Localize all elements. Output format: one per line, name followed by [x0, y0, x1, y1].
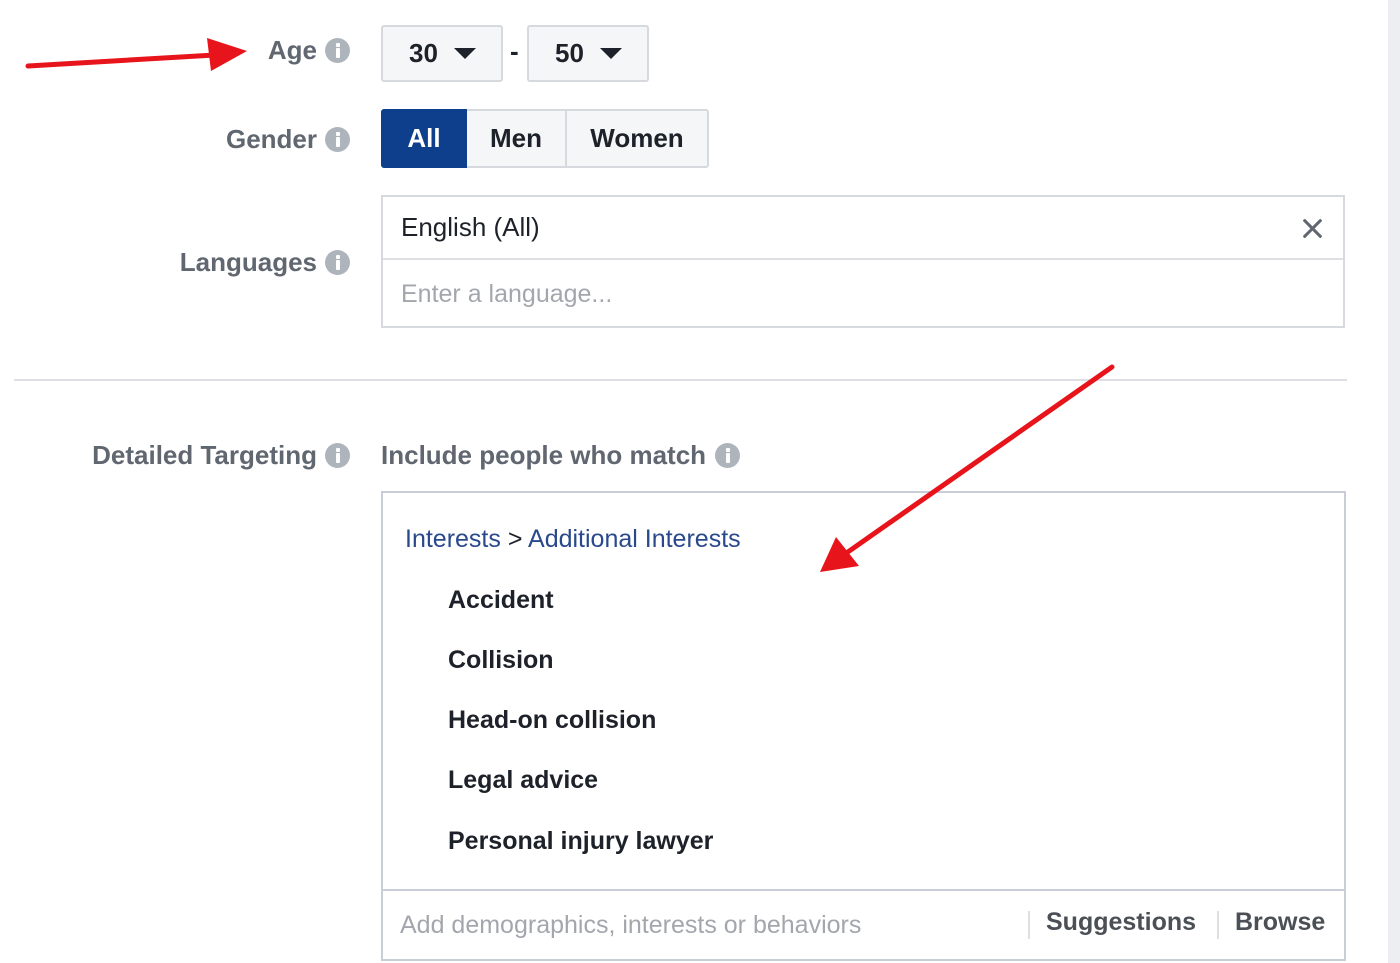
breadcrumb: Interests > Additional Interests — [405, 525, 741, 554]
age-label: Age — [267, 35, 317, 65]
info-icon[interactable] — [715, 443, 741, 468]
scrollbar-track[interactable] — [1388, 0, 1400, 963]
suggestions-button[interactable]: Suggestions — [1046, 908, 1196, 937]
language-token-label: English (All) — [401, 212, 540, 242]
breadcrumb-separator: > — [507, 525, 523, 553]
language-input[interactable] — [401, 277, 1301, 311]
age-label-group: Age — [268, 35, 350, 66]
browse-button[interactable]: Browse — [1235, 908, 1325, 937]
gender-men-button[interactable]: Men — [465, 109, 567, 168]
gender-women-button[interactable]: Women — [565, 109, 709, 168]
age-separator: - — [510, 36, 519, 66]
age-min-value: 30 — [409, 38, 438, 68]
info-icon[interactable] — [325, 38, 350, 63]
gender-label-group: Gender — [226, 124, 350, 155]
breadcrumb-interests-link[interactable]: Interests — [405, 525, 501, 553]
breadcrumb-additional-interests-link[interactable]: Additional Interests — [528, 525, 741, 553]
close-icon[interactable] — [1301, 217, 1323, 239]
red-arrow-annotation — [25, 38, 247, 71]
detailed-targeting-label: Detailed Targeting — [92, 440, 317, 470]
age-max-value: 50 — [555, 38, 584, 68]
section-divider — [14, 379, 1347, 381]
include-label-group: Include people who match — [381, 440, 741, 471]
gender-segmented-control: All Men Women — [381, 109, 709, 168]
languages-label: Languages — [179, 247, 317, 277]
interest-item[interactable]: Collision — [448, 646, 554, 675]
gender-all-button[interactable]: All — [381, 109, 467, 168]
info-icon[interactable] — [325, 250, 350, 275]
gender-label: Gender — [225, 124, 317, 154]
targeting-footer: Suggestions Browse — [383, 889, 1344, 959]
age-max-select[interactable]: 50 — [527, 25, 649, 82]
detailed-targeting-box: Interests > Additional Interests Acciden… — [381, 491, 1346, 961]
age-min-select[interactable]: 30 — [381, 25, 503, 82]
caret-down-icon — [453, 48, 476, 59]
info-icon[interactable] — [325, 443, 350, 468]
language-token: English (All) — [383, 197, 1343, 260]
interest-item[interactable]: Legal advice — [448, 766, 598, 795]
detailed-targeting-input[interactable] — [400, 908, 1000, 942]
include-people-label: Include people who match — [381, 440, 707, 470]
footer-separator — [1217, 911, 1219, 939]
caret-down-icon — [599, 48, 622, 59]
detailed-targeting-label-group: Detailed Targeting — [92, 440, 350, 471]
interest-item[interactable]: Personal injury lawyer — [448, 827, 713, 856]
info-icon[interactable] — [325, 127, 350, 152]
languages-label-group: Languages — [180, 247, 350, 278]
interest-item[interactable]: Head-on collision — [448, 706, 656, 735]
footer-separator — [1028, 911, 1030, 939]
languages-field: English (All) — [381, 195, 1345, 328]
interest-item[interactable]: Accident — [448, 586, 554, 615]
